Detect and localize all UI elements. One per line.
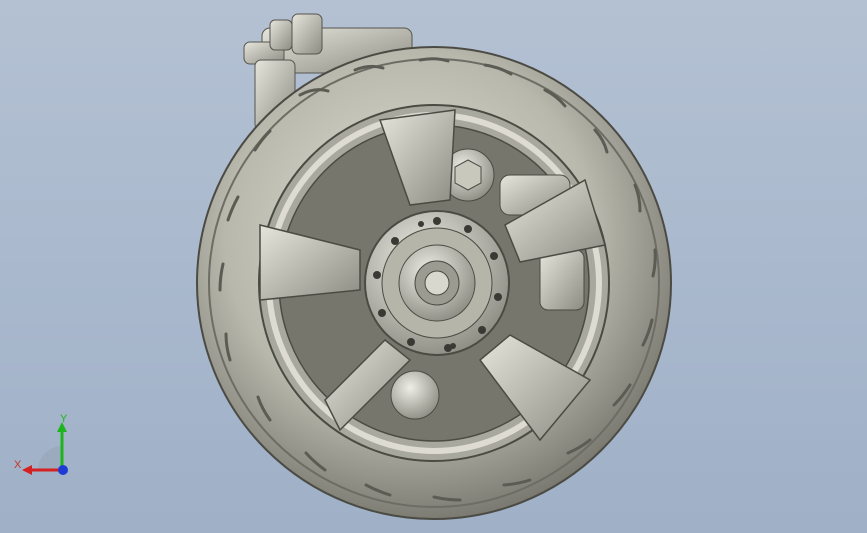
z-axis-dot <box>58 465 68 475</box>
graphics-viewport[interactable]: Y X <box>0 0 867 533</box>
orientation-triad: Y X <box>14 413 68 475</box>
x-axis-label: X <box>14 459 22 471</box>
y-axis-label: Y <box>60 413 68 425</box>
wheel-assembly-model[interactable] <box>0 0 867 533</box>
hub <box>364 210 510 356</box>
triad-plane-icon <box>38 446 62 470</box>
